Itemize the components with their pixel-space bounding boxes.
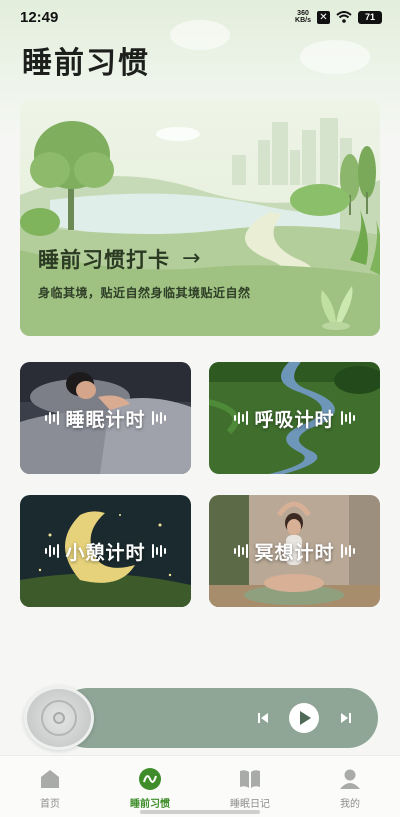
skip-next-icon[interactable] (340, 712, 352, 724)
user-icon (339, 768, 361, 790)
album-disc[interactable] (24, 686, 94, 750)
status-time: 12:49 (20, 8, 59, 26)
disc-ring (41, 700, 77, 736)
sound-wave-icon (234, 411, 249, 425)
nap-timer-label: 小憩计时 (45, 538, 166, 565)
timer-title: 冥想计时 (254, 541, 335, 564)
background-leaf (300, 40, 370, 74)
tab-label: 睡眠日记 (230, 799, 270, 810)
x-app-icon: ✕ (317, 10, 330, 24)
hero-title-row: 睡前习惯打卡 → (38, 244, 251, 274)
hero-subtitle: 身临其境，贴近自然身临其境贴近自然 (38, 286, 251, 300)
network-speed: 360 KB/s (295, 10, 311, 24)
music-player-bar[interactable] (58, 688, 378, 748)
sound-wave-icon (151, 544, 166, 558)
status-icons: 360 KB/s ✕ 71 (295, 10, 382, 24)
sound-wave-icon (45, 544, 60, 558)
meditation-timer-card[interactable]: 冥想计时 (209, 495, 380, 607)
hero-text: 睡前习惯打卡 → 身临其境，贴近自然身临其境贴近自然 (38, 244, 251, 301)
play-icon (300, 711, 311, 725)
meditation-timer-label: 冥想计时 (234, 538, 355, 565)
sound-wave-icon (340, 544, 355, 558)
home-indicator (140, 810, 260, 814)
tab-label: 首页 (40, 799, 60, 810)
status-bar: 12:49 360 KB/s ✕ 71 (0, 0, 400, 34)
sound-wave-icon (234, 544, 249, 558)
tab-sleep-habits[interactable]: 睡前习惯 (100, 756, 200, 817)
tab-home[interactable]: 首页 (0, 756, 100, 817)
tab-sleep-diary[interactable]: 睡眠日记 (200, 756, 300, 817)
disc-hole (53, 712, 65, 724)
timer-title: 小憩计时 (65, 541, 146, 564)
battery-icon: 71 (358, 10, 382, 24)
sleep-timer-label: 睡眠计时 (45, 405, 166, 432)
home-icon (39, 768, 61, 790)
sleep-timer-card[interactable]: 睡眠计时 (20, 362, 191, 474)
timer-title: 睡眠计时 (65, 408, 146, 431)
sound-wave-icon (340, 411, 355, 425)
timer-title: 呼吸计时 (254, 408, 335, 431)
breathing-timer-label: 呼吸计时 (234, 405, 355, 432)
book-icon (239, 768, 261, 790)
nap-timer-card[interactable]: 小憩计时 (20, 495, 191, 607)
bottom-tab-bar: 首页 睡前习惯 睡眠日记 我的 (0, 755, 400, 817)
tab-profile[interactable]: 我的 (300, 756, 400, 817)
skip-previous-icon[interactable] (257, 712, 269, 724)
arrow-right-icon[interactable]: → (182, 248, 200, 270)
tab-label: 我的 (340, 799, 360, 810)
hero-title: 睡前习惯打卡 (38, 248, 170, 272)
network-speed-value: 360 (297, 10, 309, 17)
breathing-timer-card[interactable]: 呼吸计时 (209, 362, 380, 474)
play-button[interactable] (289, 703, 319, 733)
network-speed-unit: KB/s (295, 17, 311, 24)
wifi-icon (336, 11, 352, 23)
wave-icon (139, 768, 161, 790)
habit-checkin-card[interactable]: 睡前习惯打卡 → 身临其境，贴近自然身临其境贴近自然 (20, 100, 380, 336)
page-title: 睡前习惯 (22, 46, 150, 81)
sound-wave-icon (45, 411, 60, 425)
sound-wave-icon (151, 411, 166, 425)
tab-label: 睡前习惯 (130, 799, 170, 810)
